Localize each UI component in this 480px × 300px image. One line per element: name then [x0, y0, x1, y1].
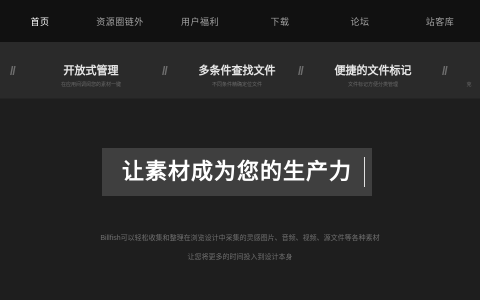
nav-item-home[interactable]: 首页 — [0, 15, 80, 28]
slash-divider-icon: // — [10, 64, 16, 78]
feature-file-tagging: 便捷的文件标记 文件标记方便分类管理 — [314, 42, 432, 98]
feature-subtitle: 克 — [466, 82, 472, 88]
nav-item-resources[interactable]: 资源圈链外 — [80, 15, 160, 28]
feature-subtitle: 在应用间调阅您的素材一键 — [60, 82, 121, 88]
feature-open-management: 开放式管理 在应用间调阅您的素材一键 — [30, 42, 152, 98]
nav-item-download[interactable]: 下载 — [240, 15, 320, 28]
top-navigation: 首页 资源圈链外 用户福利 下载 论坛 站客库 — [0, 0, 480, 42]
feature-subtitle: 文件标记方便分类管理 — [347, 82, 398, 88]
slash-divider-icon: // — [442, 64, 448, 78]
app-window: 首页 资源圈链外 用户福利 下载 论坛 站客库 // 开放式管理 在应用间调阅您… — [0, 0, 480, 300]
nav-item-library[interactable]: 站客库 — [400, 15, 480, 28]
feature-band: // 开放式管理 在应用间调阅您的素材一键 // 多条件查找文件 不同条件精确定… — [0, 42, 480, 99]
hero-description-line-1: Billfish可以轻松收集和整理在浏览设计中采集的灵感图片、音频、视频、源文件… — [100, 235, 380, 242]
nav-item-forum[interactable]: 论坛 — [320, 15, 400, 28]
feature-title: 开放式管理 — [63, 65, 119, 77]
slash-divider-icon: // — [162, 64, 168, 78]
feature-title: 多条件查找文件 — [198, 65, 276, 77]
slash-divider-icon: // — [298, 64, 304, 78]
nav-item-user-benefits[interactable]: 用户福利 — [160, 15, 240, 28]
hero-description-line-2: 让您将更多的时间投入到设计本身 — [187, 254, 293, 261]
hero-title: 让素材成为您的生产力 — [121, 159, 352, 184]
feature-title: 便捷的文件标记 — [334, 65, 412, 77]
text-caret — [364, 157, 365, 187]
feature-multi-condition-search: 多条件查找文件 不同条件精确定位文件 — [178, 42, 296, 98]
feature-subtitle: 不同条件精确定位文件 — [211, 82, 262, 88]
feature-partial: 克 — [458, 42, 480, 98]
